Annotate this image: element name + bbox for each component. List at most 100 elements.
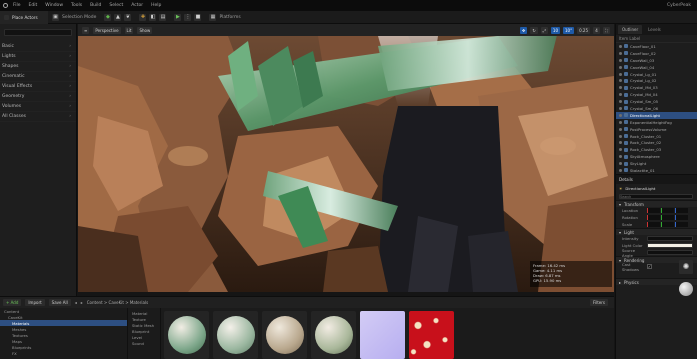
tab-outliner[interactable]: Outliner (618, 25, 643, 34)
asset-tile[interactable] (311, 311, 356, 359)
visibility-eye-icon[interactable] (619, 127, 622, 131)
outliner-row[interactable]: PostProcessVolume (616, 126, 697, 133)
content-path-breadcrumb[interactable]: Content > CaveKit > Materials (87, 300, 148, 305)
menu-build[interactable]: Build (90, 3, 101, 8)
place-actors-search[interactable] (4, 29, 72, 36)
add-content-icon[interactable]: ✚ (139, 13, 147, 21)
details-search-input[interactable] (619, 194, 693, 199)
scale-snap-value[interactable]: 0.25 (577, 26, 590, 34)
texture-thumbnail[interactable] (409, 311, 454, 359)
menu-actor[interactable]: Actor (131, 3, 143, 8)
outliner-row[interactable]: Rock_Cluster_03 (616, 146, 697, 153)
select-mode-icon[interactable]: ◆ (104, 13, 112, 21)
category-visual-effects[interactable]: Visual Effects › (0, 82, 76, 92)
show-button[interactable]: Show (137, 26, 153, 34)
cinematics-icon[interactable]: ▤ (159, 13, 167, 21)
visibility-eye-icon[interactable] (619, 65, 622, 69)
rotate-tool-icon[interactable]: ↻ (530, 26, 538, 34)
cast-shadows-checkbox[interactable]: ✓ (647, 264, 652, 269)
visibility-eye-icon[interactable] (619, 134, 622, 138)
forward-arrow-icon[interactable]: ▸ (81, 300, 83, 305)
intensity-input[interactable] (647, 236, 693, 241)
outliner-row[interactable]: Crystal_Lg_01 (616, 71, 697, 78)
outliner-row[interactable]: SkyAtmosphere (616, 153, 697, 160)
outliner-row[interactable]: Crystal_Sm_05 (616, 98, 697, 105)
save-icon[interactable]: ▣ (52, 13, 59, 21)
save-all-button[interactable]: Save All (48, 299, 71, 306)
location-vector[interactable] (647, 208, 688, 213)
outliner-row[interactable]: Crystal_Lg_02 (616, 77, 697, 84)
visibility-eye-icon[interactable] (619, 93, 622, 97)
viewport-options-icon[interactable]: ≡ (82, 26, 90, 34)
visibility-eye-icon[interactable] (619, 86, 622, 90)
category-lights[interactable]: Lights › (0, 52, 76, 62)
outliner-row[interactable]: Stalactite_01 (616, 167, 697, 174)
engine-logo-icon[interactable] (3, 3, 8, 8)
section-transform[interactable]: ▾ Transform (616, 200, 697, 207)
menu-help[interactable]: Help (151, 3, 161, 8)
filter-item[interactable]: Sound (129, 340, 160, 346)
section-light[interactable]: ▾ Light (616, 228, 697, 235)
grid-snap-value[interactable]: 10 (550, 26, 560, 34)
visibility-eye-icon[interactable] (619, 51, 622, 55)
asset-tile[interactable] (262, 311, 307, 359)
outliner-column-header[interactable]: Item Label (616, 35, 697, 43)
platforms-icon[interactable]: ▦ (209, 13, 217, 21)
menu-select[interactable]: Select (109, 3, 123, 8)
blueprint-icon[interactable]: ◧ (149, 13, 157, 21)
asset-tile[interactable] (164, 311, 209, 359)
visibility-eye-icon[interactable] (619, 113, 622, 117)
outliner-row[interactable]: Crystal_Md_04 (616, 91, 697, 98)
add-button[interactable]: + Add (3, 299, 22, 306)
outliner-row[interactable]: Rock_Cluster_01 (616, 133, 697, 140)
outliner-row[interactable]: CaveWall_04 (616, 64, 697, 71)
outliner-row[interactable]: Crystal_Sm_06 (616, 105, 697, 112)
outliner-row[interactable]: DirectionalLight (616, 111, 697, 119)
menu-tools[interactable]: Tools (71, 3, 82, 8)
outliner-row[interactable]: CaveWall_03 (616, 57, 697, 64)
visibility-eye-icon[interactable] (619, 148, 622, 152)
visibility-eye-icon[interactable] (619, 100, 622, 104)
visibility-eye-icon[interactable] (619, 162, 622, 166)
menu-file[interactable]: File (13, 3, 21, 8)
outliner-row[interactable]: Rock_Cluster_02 (616, 139, 697, 146)
menu-edit[interactable]: Edit (29, 3, 38, 8)
visibility-eye-icon[interactable] (619, 168, 622, 172)
scale-vector[interactable] (647, 222, 688, 227)
scale-tool-icon[interactable]: ⤢ (540, 26, 548, 34)
stop-icon[interactable]: ■ (194, 13, 202, 21)
filters-button[interactable]: Filters (590, 299, 608, 306)
category-shapes[interactable]: Shapes › (0, 62, 76, 72)
landscape-mode-icon[interactable]: ▲ (114, 13, 122, 21)
back-arrow-icon[interactable]: ◂ (75, 300, 77, 305)
visibility-eye-icon[interactable] (619, 155, 622, 159)
play-icon[interactable]: ▶ (174, 13, 182, 21)
category-volumes[interactable]: Volumes › (0, 102, 76, 112)
outliner-row[interactable]: SkyLight (616, 160, 697, 167)
camera-speed-value[interactable]: 4 (593, 26, 600, 34)
outliner-row[interactable]: CaveFloor_01 (616, 43, 697, 50)
lighting-mode-button[interactable]: Lit (124, 26, 134, 34)
visibility-eye-icon[interactable] (619, 72, 622, 76)
visibility-eye-icon[interactable] (619, 58, 622, 62)
texture-thumbnail[interactable] (360, 311, 405, 359)
category-basic[interactable]: Basic › (0, 42, 76, 52)
visibility-eye-icon[interactable] (619, 120, 622, 124)
visibility-eye-icon[interactable] (619, 44, 622, 48)
view-mode-button[interactable]: Perspective (93, 26, 121, 34)
translate-tool-icon[interactable]: ✥ (519, 26, 528, 34)
place-actors-tab[interactable]: Place Actors (0, 11, 48, 24)
tab-levels[interactable]: Levels (644, 25, 665, 34)
folder-item[interactable]: FX (0, 350, 127, 356)
category-geometry[interactable]: Geometry › (0, 92, 76, 102)
category-all-classes[interactable]: All Classes › (0, 112, 76, 122)
import-button[interactable]: Import (25, 299, 45, 306)
visibility-eye-icon[interactable] (619, 79, 622, 83)
outliner-row[interactable]: ExponentialHeightFog (616, 119, 697, 126)
asset-tile[interactable] (213, 311, 258, 359)
visibility-eye-icon[interactable] (619, 141, 622, 145)
foliage-mode-icon[interactable]: ❦ (124, 13, 132, 21)
category-cinematic[interactable]: Cinematic › (0, 72, 76, 82)
rotation-vector[interactable] (647, 215, 688, 220)
material-preview-icon[interactable]: ✺ (679, 259, 693, 274)
